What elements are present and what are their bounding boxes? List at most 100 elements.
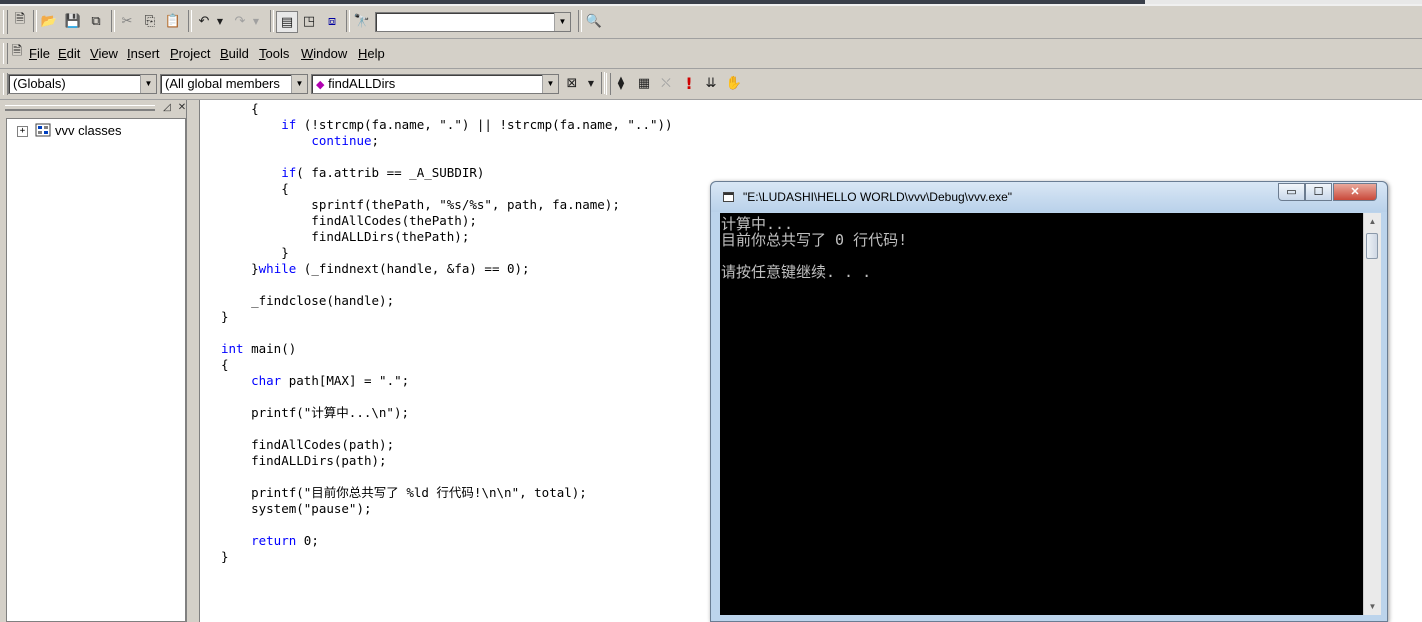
- code-token: findAllCodes(path);: [221, 437, 395, 452]
- workspace-icon[interactable]: ▤: [276, 11, 298, 33]
- redo-dropdown-icon[interactable]: ▼: [246, 11, 266, 31]
- paste-icon[interactable]: 📋: [163, 11, 183, 31]
- code-line[interactable]: int main(): [221, 341, 673, 357]
- code-line[interactable]: }while (_findnext(handle, &fa) == 0);: [221, 261, 673, 277]
- minimize-button[interactable]: ▭: [1278, 183, 1305, 201]
- menu-edit[interactable]: Edit: [58, 46, 80, 61]
- save-all-icon[interactable]: ⧉: [86, 11, 106, 31]
- menu-view[interactable]: View: [90, 46, 118, 61]
- find-in-files-icon[interactable]: 🔭: [352, 11, 372, 31]
- code-line[interactable]: findALLDirs(thePath);: [221, 229, 673, 245]
- menu-help[interactable]: Help: [358, 46, 385, 61]
- code-token: {: [221, 357, 229, 372]
- filter-combo[interactable]: (All global members ▼: [160, 74, 308, 94]
- code-text[interactable]: { if (!strcmp(fa.name, ".") || !strcmp(f…: [221, 101, 673, 565]
- code-line[interactable]: sprintf(thePath, "%s/%s", path, fa.name)…: [221, 197, 673, 213]
- code-token: (_findnext(handle, &fa) == 0);: [296, 261, 530, 276]
- pane-grip-line: [5, 109, 155, 111]
- member-combo[interactable]: ◆ findALLDirs ▼: [311, 74, 559, 94]
- code-token: }: [221, 549, 229, 564]
- code-line[interactable]: [221, 421, 673, 437]
- new-text-file-icon[interactable]: 🗎: [10, 11, 30, 31]
- code-line[interactable]: [221, 149, 673, 165]
- scroll-down-icon[interactable]: ▼: [1364, 598, 1381, 615]
- search-icon[interactable]: 🔍: [584, 11, 604, 31]
- separator: [270, 10, 274, 32]
- console-scrollbar[interactable]: ▲ ▼: [1363, 213, 1381, 615]
- go-icon[interactable]: ⇊: [701, 73, 721, 93]
- console-window[interactable]: "E:\LUDASHI\HELLO WORLD\vvv\Debug\vvv.ex…: [710, 181, 1388, 622]
- code-line[interactable]: }: [221, 549, 673, 565]
- save-icon[interactable]: 💾: [63, 11, 83, 31]
- separator: [578, 10, 582, 32]
- code-line[interactable]: _findclose(handle);: [221, 293, 673, 309]
- toolbar-grip[interactable]: [3, 10, 8, 34]
- find-combo[interactable]: ▼: [375, 12, 571, 32]
- close-button[interactable]: ✕: [1333, 183, 1377, 201]
- compile-icon[interactable]: ⧫: [611, 73, 631, 93]
- menu-insert[interactable]: Insert: [127, 46, 160, 61]
- separator: [33, 10, 37, 32]
- expand-icon[interactable]: +: [17, 126, 28, 137]
- wizard-action-dropdown-icon[interactable]: ▼: [581, 73, 601, 93]
- chevron-down-icon[interactable]: ▼: [554, 13, 570, 31]
- code-line[interactable]: char path[MAX] = ".";: [221, 373, 673, 389]
- code-line[interactable]: {: [221, 101, 673, 117]
- code-line[interactable]: [221, 277, 673, 293]
- pane-splitter[interactable]: [186, 100, 199, 622]
- undo-dropdown-icon[interactable]: ▼: [210, 11, 230, 31]
- breakpoint-hand-icon[interactable]: ✋: [724, 73, 744, 93]
- code-line[interactable]: [221, 469, 673, 485]
- code-line[interactable]: findALLDirs(path);: [221, 453, 673, 469]
- build-icon[interactable]: ▦: [634, 73, 654, 93]
- open-folder-icon[interactable]: 📂: [39, 11, 59, 31]
- separator: [346, 10, 350, 32]
- code-line[interactable]: [221, 517, 673, 533]
- menu-window[interactable]: Window: [301, 46, 347, 61]
- maximize-button[interactable]: ☐: [1305, 183, 1332, 201]
- console-output[interactable]: 计算中... 目前你总共写了 0 行代码! 请按任意键继续. . .: [720, 213, 1363, 615]
- code-line[interactable]: [221, 325, 673, 341]
- copy-icon[interactable]: ⎘: [140, 11, 160, 31]
- code-line[interactable]: [221, 389, 673, 405]
- wizard-action-icon[interactable]: ⊠: [562, 73, 582, 93]
- window-list-icon[interactable]: ⧈: [322, 11, 342, 31]
- standard-toolbar: 🗎 📂 💾 ⧉ ✂ ⎘ 📋 ↶ ▼ ↷ ▼ ▤ ◳ ⧈ 🔭 ▼ 🔍: [0, 6, 1422, 39]
- chevron-down-icon[interactable]: ▼: [291, 75, 307, 93]
- code-line[interactable]: return 0;: [221, 533, 673, 549]
- code-line[interactable]: printf("计算中...\n");: [221, 405, 673, 421]
- code-token: sprintf(thePath, "%s/%s", path, fa.name)…: [221, 197, 620, 212]
- code-line[interactable]: if (!strcmp(fa.name, ".") || !strcmp(fa.…: [221, 117, 672, 133]
- console-app-icon[interactable]: [723, 192, 734, 202]
- code-line[interactable]: if( fa.attrib == _A_SUBDIR): [221, 165, 673, 181]
- output-icon[interactable]: ◳: [299, 11, 319, 31]
- class-tree[interactable]: + vvv classes: [6, 118, 186, 622]
- code-line[interactable]: {: [221, 181, 673, 197]
- code-line[interactable]: continue;: [221, 133, 673, 149]
- execute-icon[interactable]: !: [679, 73, 699, 93]
- menu-project[interactable]: Project: [170, 46, 210, 61]
- code-line[interactable]: {: [221, 357, 673, 373]
- menu-build[interactable]: Build: [220, 46, 249, 61]
- console-titlebar[interactable]: "E:\LUDASHI\HELLO WORLD\vvv\Debug\vvv.ex…: [711, 182, 1387, 212]
- stop-build-icon[interactable]: ⛌: [656, 73, 676, 93]
- code-line[interactable]: findAllCodes(thePath);: [221, 213, 673, 229]
- chevron-down-icon[interactable]: ▼: [542, 75, 558, 93]
- code-line[interactable]: }: [221, 309, 673, 325]
- scroll-thumb[interactable]: [1366, 233, 1378, 259]
- menu-file[interactable]: File: [29, 46, 50, 61]
- menubar-grip[interactable]: [3, 43, 8, 64]
- code-line[interactable]: printf("目前你总共写了 %ld 行代码!\n\n", total);: [221, 485, 673, 501]
- code-line[interactable]: system("pause");: [221, 501, 673, 517]
- class-combo[interactable]: (Globals) ▼: [8, 74, 157, 94]
- code-line[interactable]: }: [221, 245, 673, 261]
- chevron-down-icon[interactable]: ▼: [140, 75, 156, 93]
- menu-bar: 🗎 File Edit View Insert Project Build To…: [0, 39, 1422, 69]
- tree-root-label[interactable]: vvv classes: [55, 123, 121, 138]
- code-line[interactable]: findAllCodes(path);: [221, 437, 673, 453]
- menu-tools[interactable]: Tools: [259, 46, 289, 61]
- pane-minimize-icon[interactable]: ◿: [161, 102, 173, 114]
- scroll-up-icon[interactable]: ▲: [1364, 213, 1381, 230]
- cut-icon[interactable]: ✂: [117, 11, 137, 31]
